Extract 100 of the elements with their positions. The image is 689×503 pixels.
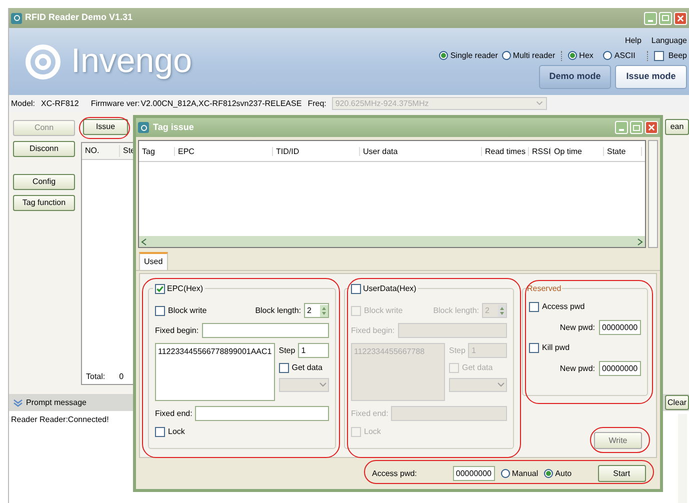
- radio-button[interactable]: [500, 469, 510, 478]
- model-value: XC-RF812: [41, 98, 79, 110]
- toolbar-button[interactable]: ean: [665, 119, 689, 135]
- field-label: Fixed end:: [351, 408, 388, 420]
- column-header: Tag: [139, 146, 175, 156]
- checkbox[interactable]: [529, 343, 539, 353]
- total-value: 0: [119, 371, 124, 383]
- arrow-right-icon[interactable]: [636, 238, 644, 246]
- side-button[interactable]: Disconn: [13, 141, 75, 157]
- field-label: New pwd:: [560, 362, 595, 374]
- issue-button[interactable]: Issue: [83, 119, 128, 135]
- checkbox-label: Access pwd: [542, 301, 585, 313]
- mode-button[interactable]: Issue mode: [615, 64, 687, 88]
- checkbox-label: Beep: [668, 50, 687, 62]
- minimize-icon[interactable]: [644, 12, 657, 24]
- radio-button[interactable]: [544, 469, 554, 478]
- minimize-icon[interactable]: [615, 121, 628, 134]
- radio-label: Manual: [512, 468, 538, 480]
- checkbox-label: Block write: [364, 304, 403, 316]
- checkbox[interactable]: [529, 302, 539, 312]
- chevron-down-icon[interactable]: [13, 398, 23, 406]
- checkbox-label: Lock: [364, 426, 381, 438]
- password-field[interactable]: 00000000: [599, 361, 641, 376]
- field-label: Fixed begin:: [351, 324, 395, 336]
- checkbox-label: Kill pwd: [542, 342, 570, 354]
- field-label: Block length:: [255, 304, 301, 316]
- group-title: EPC(Hex): [167, 283, 204, 295]
- checkbox[interactable]: [654, 50, 664, 60]
- side-button[interactable]: Config: [13, 174, 75, 190]
- password-field[interactable]: 00000000: [599, 320, 641, 335]
- app-icon: [138, 122, 149, 133]
- radio-label: Hex: [579, 50, 594, 62]
- radio-label: Multi reader: [512, 50, 556, 62]
- column-header: User data: [360, 146, 482, 156]
- logo-text: Invengo: [71, 41, 192, 82]
- window-title: RFID Reader Demo V1.31: [25, 11, 133, 24]
- clear-button[interactable]: Clear: [665, 395, 689, 410]
- annotation-ring: [590, 427, 650, 453]
- checkbox-label: Lock: [168, 426, 185, 438]
- total-label: Total:: [86, 371, 106, 383]
- text-field[interactable]: 1: [298, 343, 329, 358]
- side-button[interactable]: Tag function: [13, 195, 75, 211]
- firmware-value: V2.00CN_812A,XC-RF812svn237-RELEASE: [140, 98, 302, 110]
- field-label: New pwd:: [560, 322, 595, 334]
- radio-button[interactable]: [568, 51, 578, 60]
- field-label: Firmware ver:: [90, 98, 140, 110]
- group-title: UserData(Hex): [363, 283, 416, 295]
- radio-button[interactable]: [603, 51, 612, 60]
- checkbox-label: Get data: [462, 362, 493, 374]
- maximize-icon[interactable]: [659, 12, 672, 24]
- annotation-ring: [79, 117, 130, 139]
- app-icon: [11, 12, 22, 24]
- window-title: Tag issue: [153, 120, 194, 134]
- menu-item[interactable]: Help: [624, 34, 642, 46]
- password-field[interactable]: 00000000: [452, 466, 495, 481]
- checkbox-label: Block write: [168, 304, 207, 316]
- horizontal-scrollbar[interactable]: [139, 236, 645, 247]
- spin-field[interactable]: 2: [304, 303, 329, 318]
- field-label: Access pwd:: [372, 468, 417, 480]
- field-label: Step: [278, 344, 296, 356]
- spinner-arrows-icon[interactable]: [320, 304, 328, 316]
- arrow-left-icon[interactable]: [140, 238, 148, 246]
- checkbox-label: Get data: [292, 362, 322, 374]
- column-header: Read times: [482, 146, 529, 156]
- radio-label: Single reader: [450, 50, 498, 62]
- field-label: Fixed end:: [155, 408, 192, 420]
- field-label: Step: [449, 344, 466, 356]
- radio-button[interactable]: [502, 51, 511, 60]
- menu-item[interactable]: Language: [651, 34, 687, 46]
- field-label: Fixed begin:: [155, 324, 199, 336]
- checkbox[interactable]: [155, 427, 165, 437]
- dropdown-field[interactable]: [278, 378, 329, 392]
- column-header: State: [604, 146, 642, 156]
- text-field[interactable]: [195, 406, 329, 421]
- column-header: EPC: [175, 146, 273, 156]
- close-icon[interactable]: [674, 12, 687, 24]
- column-header: RSSI: [529, 146, 551, 156]
- column-header: NO.: [82, 145, 120, 157]
- checkbox[interactable]: [155, 284, 165, 294]
- vertical-scrollbar[interactable]: [648, 140, 658, 248]
- field-label: Model:: [11, 98, 36, 110]
- radio-button[interactable]: [439, 51, 448, 60]
- field-label: Freq:: [308, 98, 326, 110]
- field-label: Block length:: [433, 304, 479, 316]
- checkbox[interactable]: [155, 306, 165, 316]
- tab[interactable]: Used: [139, 252, 168, 270]
- panel-title: Prompt message: [26, 396, 86, 408]
- radio-label: ASCII: [614, 50, 636, 62]
- maximize-icon[interactable]: [630, 121, 643, 134]
- column-header: TID/ID: [273, 146, 360, 156]
- data-textarea[interactable]: 112233445566778899001AAC1: [155, 343, 275, 401]
- log-message: Reader Reader:Connected!: [11, 414, 109, 426]
- radio-label: Auto: [555, 468, 572, 480]
- write-button[interactable]: Write: [594, 432, 642, 449]
- close-icon[interactable]: [645, 121, 658, 134]
- checkbox[interactable]: [278, 363, 289, 373]
- mode-button[interactable]: Demo mode: [539, 64, 611, 88]
- text-field[interactable]: [202, 323, 329, 338]
- start-button[interactable]: Start: [598, 465, 646, 482]
- column-header: Op time: [551, 146, 604, 156]
